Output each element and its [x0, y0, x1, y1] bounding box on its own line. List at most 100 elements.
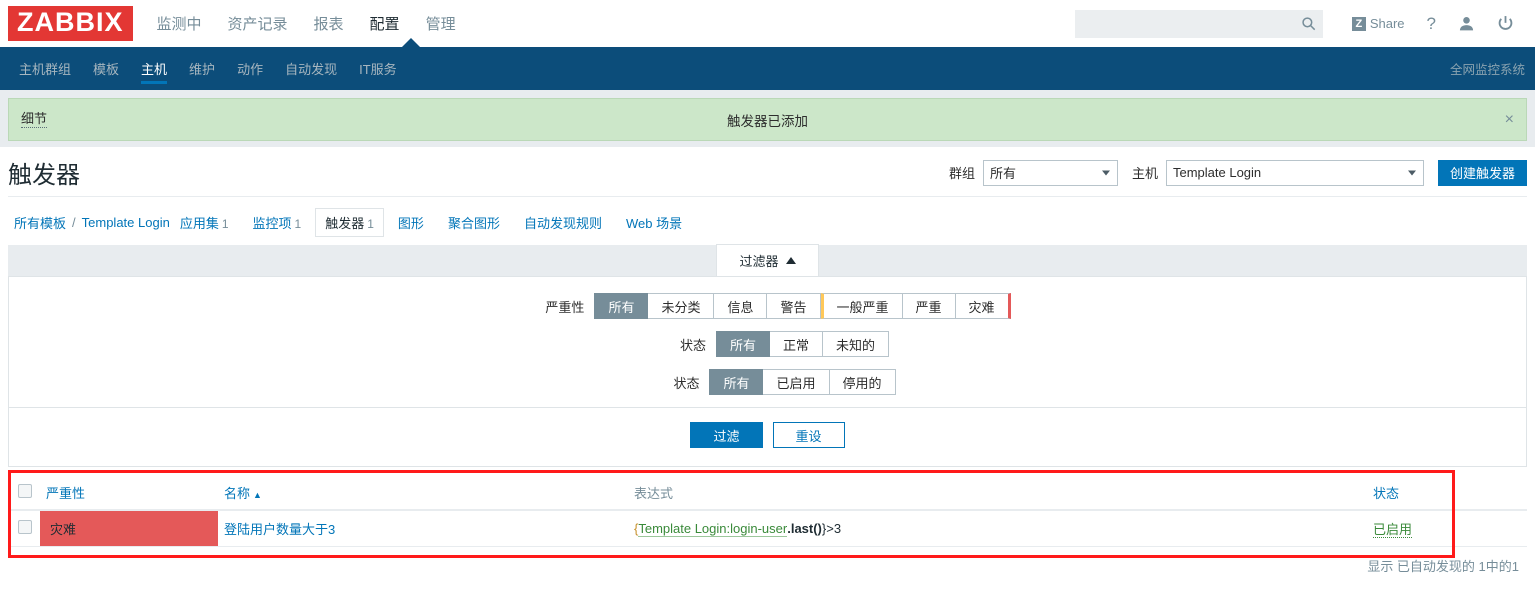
zabbix-logo[interactable]: ZABBIX	[8, 6, 133, 41]
column-header-expression: 表达式	[628, 476, 1347, 511]
table-footer-text: 显示 已自动发现的 1中的1	[1367, 559, 1519, 574]
apply-filter-button[interactable]: 过滤	[690, 422, 763, 448]
trigger-table-body: 灾难 登陆用户数量大于3 {Template Login:login-user.…	[8, 510, 1527, 547]
chevron-down-icon	[1407, 170, 1416, 175]
column-header-name[interactable]: 名称 ▲	[218, 476, 628, 511]
breadcrumb: 所有模板 / Template Login 应用集 1 监控项 1 触发器 1 图形 …	[8, 197, 1527, 245]
page-content: 触发器 群组 所有 主机 Template Login 创建触发器 所有模板 /…	[0, 147, 1535, 575]
filter-panel: 严重性 所有 未分类 信息 警告 一般严重 严重 灾难 状态 所有 正常 未知的…	[8, 276, 1527, 467]
sub-nav-item-it-services[interactable]: IT服务	[348, 47, 408, 90]
page-controls: 群组 所有 主机 Template Login 创建触发器	[948, 159, 1527, 186]
object-tab-graphs[interactable]: 图形	[388, 208, 434, 237]
search-box[interactable]	[1074, 9, 1323, 38]
select-all-checkbox[interactable]	[18, 484, 32, 498]
object-tab-items[interactable]: 监控项 1	[243, 208, 312, 237]
user-profile-button[interactable]	[1447, 9, 1486, 39]
sort-ascending-icon: ▲	[253, 490, 262, 500]
reset-filter-button[interactable]: 重设	[772, 422, 845, 448]
message-text: 触发器已添加	[727, 113, 808, 129]
sub-nav-item-actions[interactable]: 动作	[226, 47, 274, 90]
user-icon	[1458, 15, 1475, 32]
severity-option-average[interactable]: 一般严重	[820, 293, 903, 319]
host-label: 主机	[1131, 166, 1158, 181]
object-tab-items-label: 监控项	[252, 216, 292, 231]
filter-severity-label: 严重性	[545, 299, 585, 315]
column-header-severity[interactable]: 严重性	[40, 476, 218, 511]
status-badge[interactable]: 已启用	[1373, 522, 1413, 538]
row-checkbox[interactable]	[18, 520, 32, 534]
filter-status-label: 状态	[673, 375, 700, 391]
main-nav-item-administration[interactable]: 管理	[426, 13, 456, 34]
expression-item-link[interactable]: Template Login:login-user	[638, 521, 788, 537]
sub-nav-item-discovery[interactable]: 自动发现	[274, 47, 348, 90]
page-title: 触发器	[8, 162, 80, 189]
object-tab-discovery-rules[interactable]: 自动发现规则	[514, 208, 612, 237]
table-header-row: 严重性 名称 ▲ 表达式 状态	[8, 476, 1527, 511]
object-tab-web-scenarios-label: Web 场景	[625, 216, 683, 231]
object-tab-applications[interactable]: 应用集 1	[170, 208, 239, 237]
host-select[interactable]: Template Login	[1165, 159, 1424, 186]
power-icon	[1497, 15, 1514, 32]
search-input[interactable]	[1074, 9, 1323, 38]
help-button[interactable]: ?	[1416, 9, 1447, 39]
breadcrumb-template-name[interactable]: Template Login	[82, 215, 170, 230]
sub-nav-item-hosts[interactable]: 主机	[130, 47, 178, 90]
main-nav-item-configuration[interactable]: 配置	[370, 13, 400, 34]
main-nav-item-reports[interactable]: 报表	[314, 13, 344, 34]
object-tab-applications-label: 应用集	[179, 216, 219, 231]
header-actions: Z Share ?	[1074, 9, 1525, 39]
column-header-status[interactable]: 状态	[1347, 476, 1527, 511]
object-tab-items-count: 1	[294, 217, 302, 231]
breadcrumb-all-templates[interactable]: 所有模板	[14, 213, 66, 232]
object-tab-screens[interactable]: 聚合图形	[438, 208, 510, 237]
status-option-disabled[interactable]: 停用的	[829, 369, 896, 395]
page-title-row: 触发器 群组 所有 主机 Template Login 创建触发器	[8, 147, 1527, 197]
severity-option-all[interactable]: 所有	[594, 293, 649, 319]
status-radio-group: 所有 已启用 停用的	[709, 369, 896, 395]
question-mark-icon: ?	[1426, 13, 1436, 33]
state-option-normal[interactable]: 正常	[769, 331, 823, 357]
severity-radio-group: 所有 未分类 信息 警告 一般严重 严重 灾难	[594, 293, 1011, 319]
state-option-all[interactable]: 所有	[715, 331, 770, 357]
row-status-cell: 已启用	[1347, 510, 1527, 547]
severity-option-disaster[interactable]: 灾难	[955, 293, 1011, 319]
object-tab-web-scenarios[interactable]: Web 场景	[616, 208, 692, 237]
close-icon[interactable]: ×	[1505, 111, 1514, 128]
main-navigation: 监测中 资产记录 报表 配置 管理	[157, 13, 456, 34]
severity-option-information[interactable]: 信息	[714, 293, 768, 319]
status-option-all[interactable]: 所有	[709, 369, 764, 395]
trigger-table: 严重性 名称 ▲ 表达式 状态 灾难 登陆用户数量大于3 {Template L…	[8, 476, 1527, 547]
share-button[interactable]: Z Share	[1341, 9, 1416, 39]
severity-option-high[interactable]: 严重	[902, 293, 956, 319]
sub-nav-item-templates[interactable]: 模板	[82, 47, 130, 90]
object-tab-discovery-rules-label: 自动发现规则	[523, 216, 602, 231]
object-tab-triggers[interactable]: 触发器 1	[315, 208, 384, 237]
message-details-link[interactable]: 细节	[21, 111, 48, 129]
severity-option-not-classified[interactable]: 未分类	[648, 293, 715, 319]
logout-button[interactable]	[1486, 9, 1525, 39]
select-all-header	[8, 476, 40, 511]
filter-row-state: 状态 所有 正常 未知的	[9, 331, 1526, 357]
host-select-value: Template Login	[1172, 165, 1262, 180]
message-area: 细节 触发器已添加 ×	[0, 90, 1535, 147]
create-trigger-button[interactable]: 创建触发器	[1437, 159, 1527, 186]
group-select[interactable]: 所有	[982, 159, 1118, 186]
top-header: ZABBIX 监测中 资产记录 报表 配置 管理 Z Share ?	[0, 0, 1535, 47]
status-option-enabled[interactable]: 已启用	[763, 369, 830, 395]
trigger-name-link[interactable]: 登陆用户数量大于3	[224, 522, 335, 537]
main-nav-item-inventory[interactable]: 资产记录	[228, 13, 288, 34]
severity-option-warning[interactable]: 警告	[767, 293, 821, 319]
sub-navigation: 主机群组 模板 主机 维护 动作 自动发现 IT服务 全网监控系统	[0, 38, 1535, 90]
expression-function: .last()	[787, 521, 822, 536]
object-tab-triggers-count: 1	[367, 217, 374, 231]
state-option-unknown[interactable]: 未知的	[823, 331, 890, 357]
system-title: 全网监控系统	[1449, 63, 1525, 77]
group-label: 群组	[948, 166, 975, 181]
share-label: Share	[1369, 16, 1405, 31]
search-icon[interactable]	[1301, 16, 1316, 31]
sub-nav-item-host-groups[interactable]: 主机群组	[8, 47, 82, 90]
main-nav-item-monitoring[interactable]: 监测中	[157, 13, 202, 34]
sub-nav-item-maintenance[interactable]: 维护	[178, 47, 226, 90]
filter-tab[interactable]: 过滤器	[716, 244, 819, 276]
row-name-cell: 登陆用户数量大于3	[218, 510, 628, 547]
